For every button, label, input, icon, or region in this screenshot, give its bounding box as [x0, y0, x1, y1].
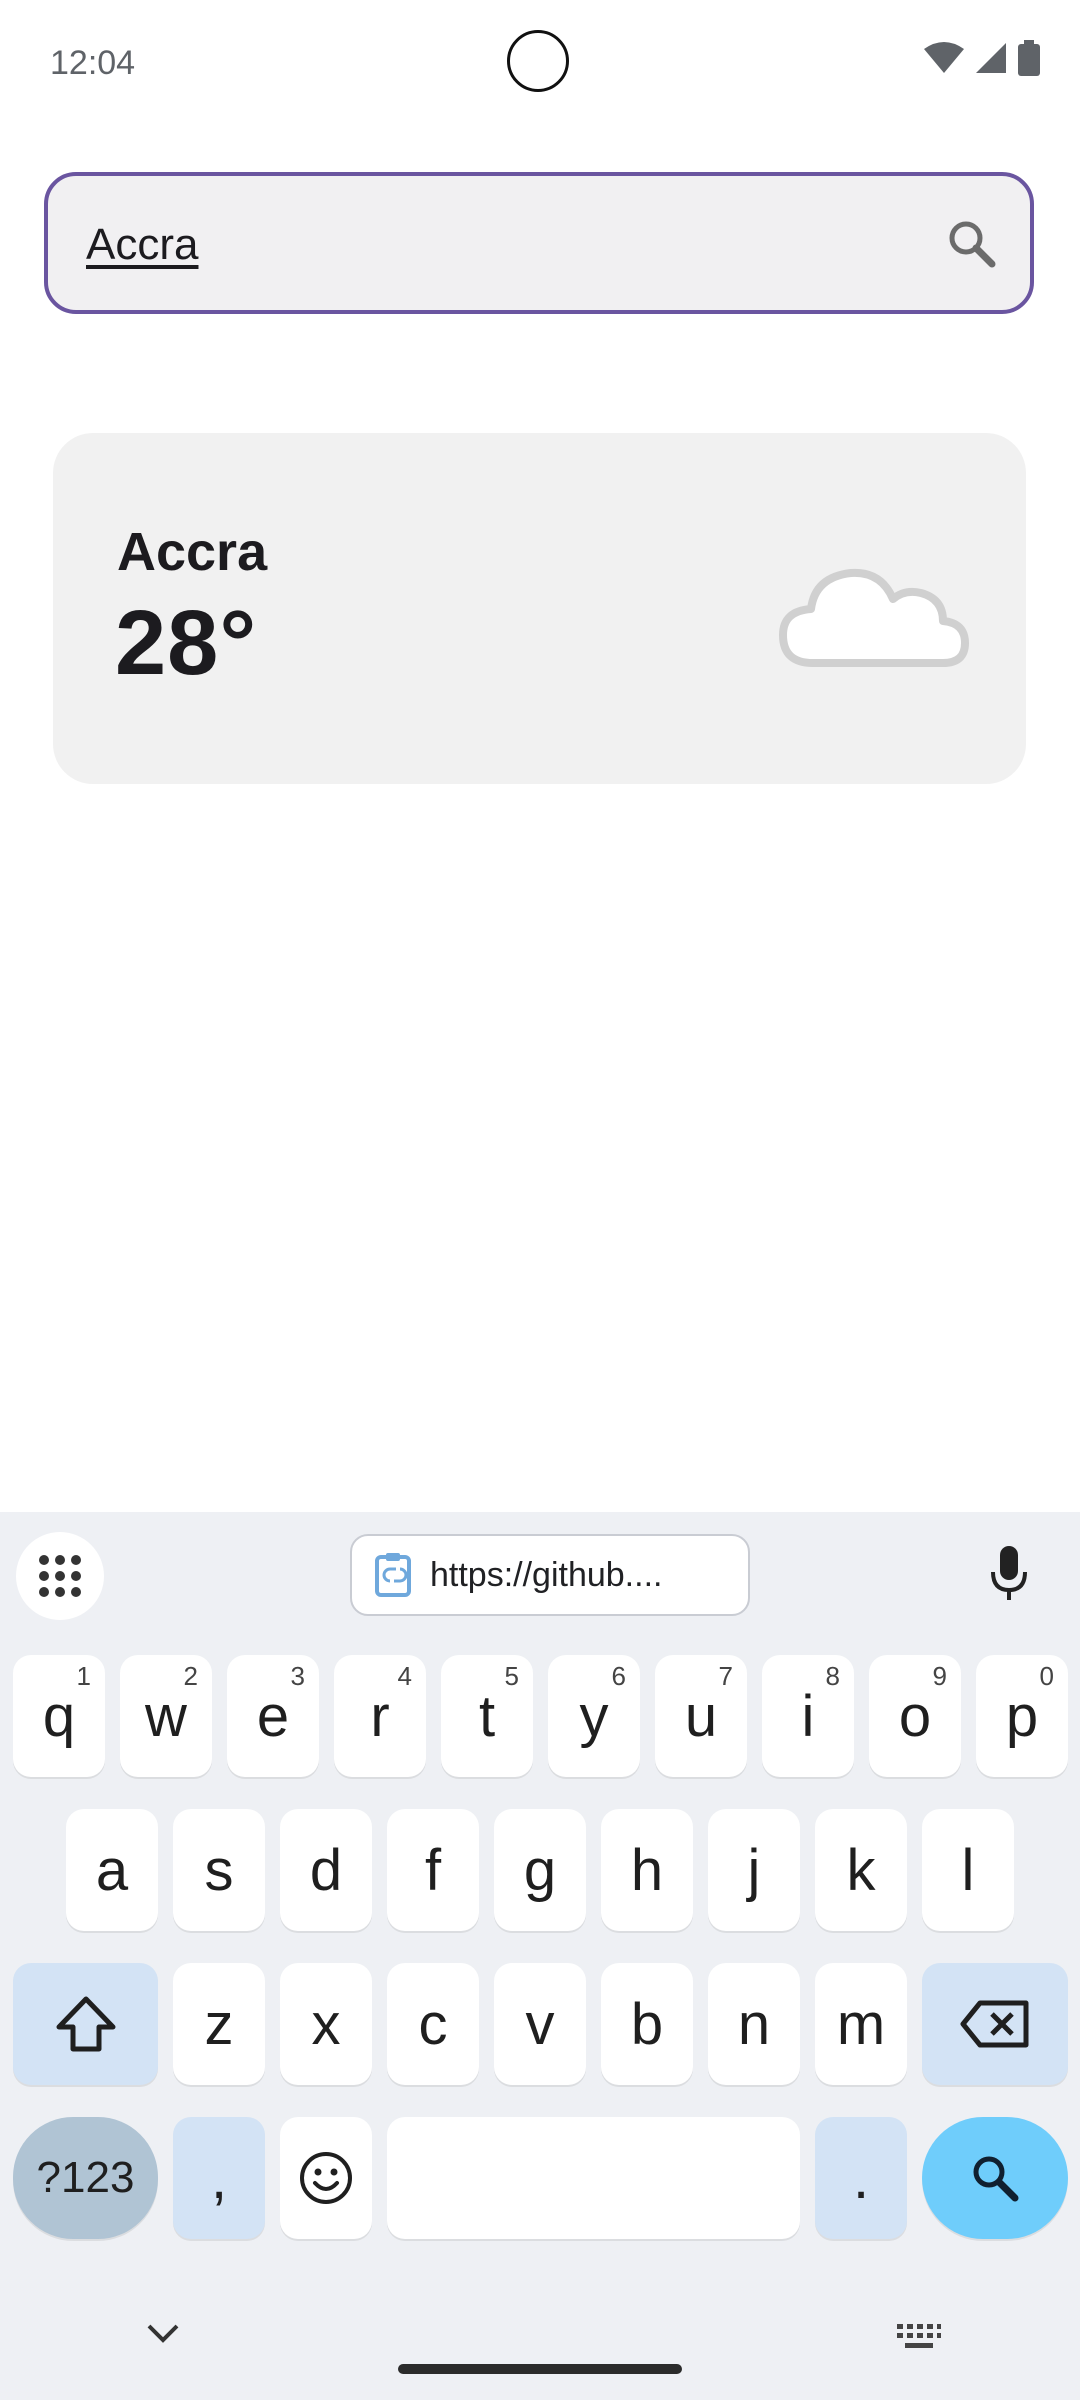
key-hint: 9 — [932, 1661, 947, 1691]
weather-card[interactable]: Accra 28° — [53, 433, 1026, 784]
key-v[interactable]: v — [494, 1963, 586, 2085]
status-bar: 12:04 — [0, 0, 1080, 130]
key-o[interactable]: o9 — [869, 1655, 961, 1777]
clipboard-suggestion-chip[interactable]: https://github.... — [350, 1534, 750, 1616]
camera-cutout — [507, 30, 569, 92]
key-m[interactable]: m — [815, 1963, 907, 2085]
keyboard-nav-bar — [0, 2292, 1080, 2400]
backspace-icon — [960, 2000, 1029, 2048]
key-g[interactable]: g — [494, 1809, 586, 1931]
key-label: r — [370, 1683, 390, 1749]
key-t[interactable]: t5 — [441, 1655, 533, 1777]
search-field[interactable]: Accra — [44, 172, 1034, 314]
key-e[interactable]: e3 — [227, 1655, 319, 1777]
key-label: i — [801, 1683, 815, 1749]
key-hint: 2 — [183, 1661, 198, 1691]
chevron-down-icon[interactable] — [143, 2320, 183, 2348]
wifi-icon — [924, 42, 964, 73]
key-hint: 3 — [290, 1661, 305, 1691]
key-hint: 7 — [718, 1661, 733, 1691]
key-n[interactable]: n — [708, 1963, 800, 2085]
space-key[interactable] — [387, 2117, 800, 2239]
key-label: u — [684, 1683, 718, 1749]
key-y[interactable]: y6 — [548, 1655, 640, 1777]
keyboard-search-key[interactable] — [922, 2117, 1068, 2239]
shift-icon — [56, 1996, 115, 2052]
keyboard-apps-button[interactable] — [16, 1532, 104, 1620]
key-u[interactable]: u7 — [655, 1655, 747, 1777]
city-name: Accra — [117, 522, 268, 582]
key-f[interactable]: f — [387, 1809, 479, 1931]
night-cloudy-icon — [779, 513, 969, 667]
key-i[interactable]: i8 — [762, 1655, 854, 1777]
emoji-key[interactable] — [280, 2117, 372, 2239]
signal-icon — [976, 43, 1006, 73]
key-p[interactable]: p0 — [976, 1655, 1068, 1777]
key-q[interactable]: q1 — [13, 1655, 105, 1777]
shift-key[interactable] — [13, 1963, 158, 2085]
key-a[interactable]: a — [66, 1809, 158, 1931]
search-icon[interactable] — [946, 218, 998, 270]
symbols-key[interactable]: ?123 — [13, 2117, 158, 2239]
search-input-text[interactable]: Accra — [86, 220, 198, 270]
key-label: t — [478, 1683, 496, 1749]
key-hint: 5 — [504, 1661, 519, 1691]
emoji-icon — [300, 2152, 352, 2204]
period-key[interactable]: . — [815, 2117, 907, 2239]
home-indicator[interactable] — [398, 2364, 682, 2374]
status-time: 12:04 — [50, 44, 136, 82]
key-label: q — [42, 1683, 76, 1749]
grid-icon — [39, 1555, 81, 1597]
key-z[interactable]: z — [173, 1963, 265, 2085]
key-label: o — [898, 1683, 932, 1749]
key-j[interactable]: j — [708, 1809, 800, 1931]
clipboard-link-icon — [375, 1553, 411, 1597]
key-k[interactable]: k — [815, 1809, 907, 1931]
key-w[interactable]: w2 — [120, 1655, 212, 1777]
comma-key[interactable]: , — [173, 2117, 265, 2239]
key-hint: 0 — [1039, 1661, 1054, 1691]
backspace-key[interactable] — [922, 1963, 1068, 2085]
battery-icon — [1018, 40, 1040, 76]
key-l[interactable]: l — [922, 1809, 1014, 1931]
status-icons — [924, 40, 1040, 76]
key-label: e — [256, 1683, 290, 1749]
keyboard-toolbar: https://github.... — [0, 1512, 1080, 1632]
key-label: p — [1005, 1683, 1039, 1749]
key-label: w — [145, 1683, 187, 1749]
key-hint: 4 — [397, 1661, 412, 1691]
keyboard-switch-icon[interactable] — [895, 2322, 943, 2352]
key-r[interactable]: r4 — [334, 1655, 426, 1777]
key-hint: 6 — [611, 1661, 626, 1691]
key-label: y — [579, 1683, 609, 1749]
key-h[interactable]: h — [601, 1809, 693, 1931]
temperature: 28° — [115, 592, 258, 694]
key-x[interactable]: x — [280, 1963, 372, 2085]
soft-keyboard: https://github.... q1 w2 e3 r4 t5 y6 u7 … — [0, 1512, 1080, 2400]
clipboard-text: https://github.... — [430, 1555, 663, 1594]
key-c[interactable]: c — [387, 1963, 479, 2085]
key-s[interactable]: s — [173, 1809, 265, 1931]
key-b[interactable]: b — [601, 1963, 693, 2085]
search-icon — [973, 2156, 1019, 2202]
key-hint: 8 — [825, 1661, 840, 1691]
microphone-icon[interactable] — [990, 1546, 1028, 1602]
key-hint: 1 — [76, 1661, 91, 1691]
key-d[interactable]: d — [280, 1809, 372, 1931]
